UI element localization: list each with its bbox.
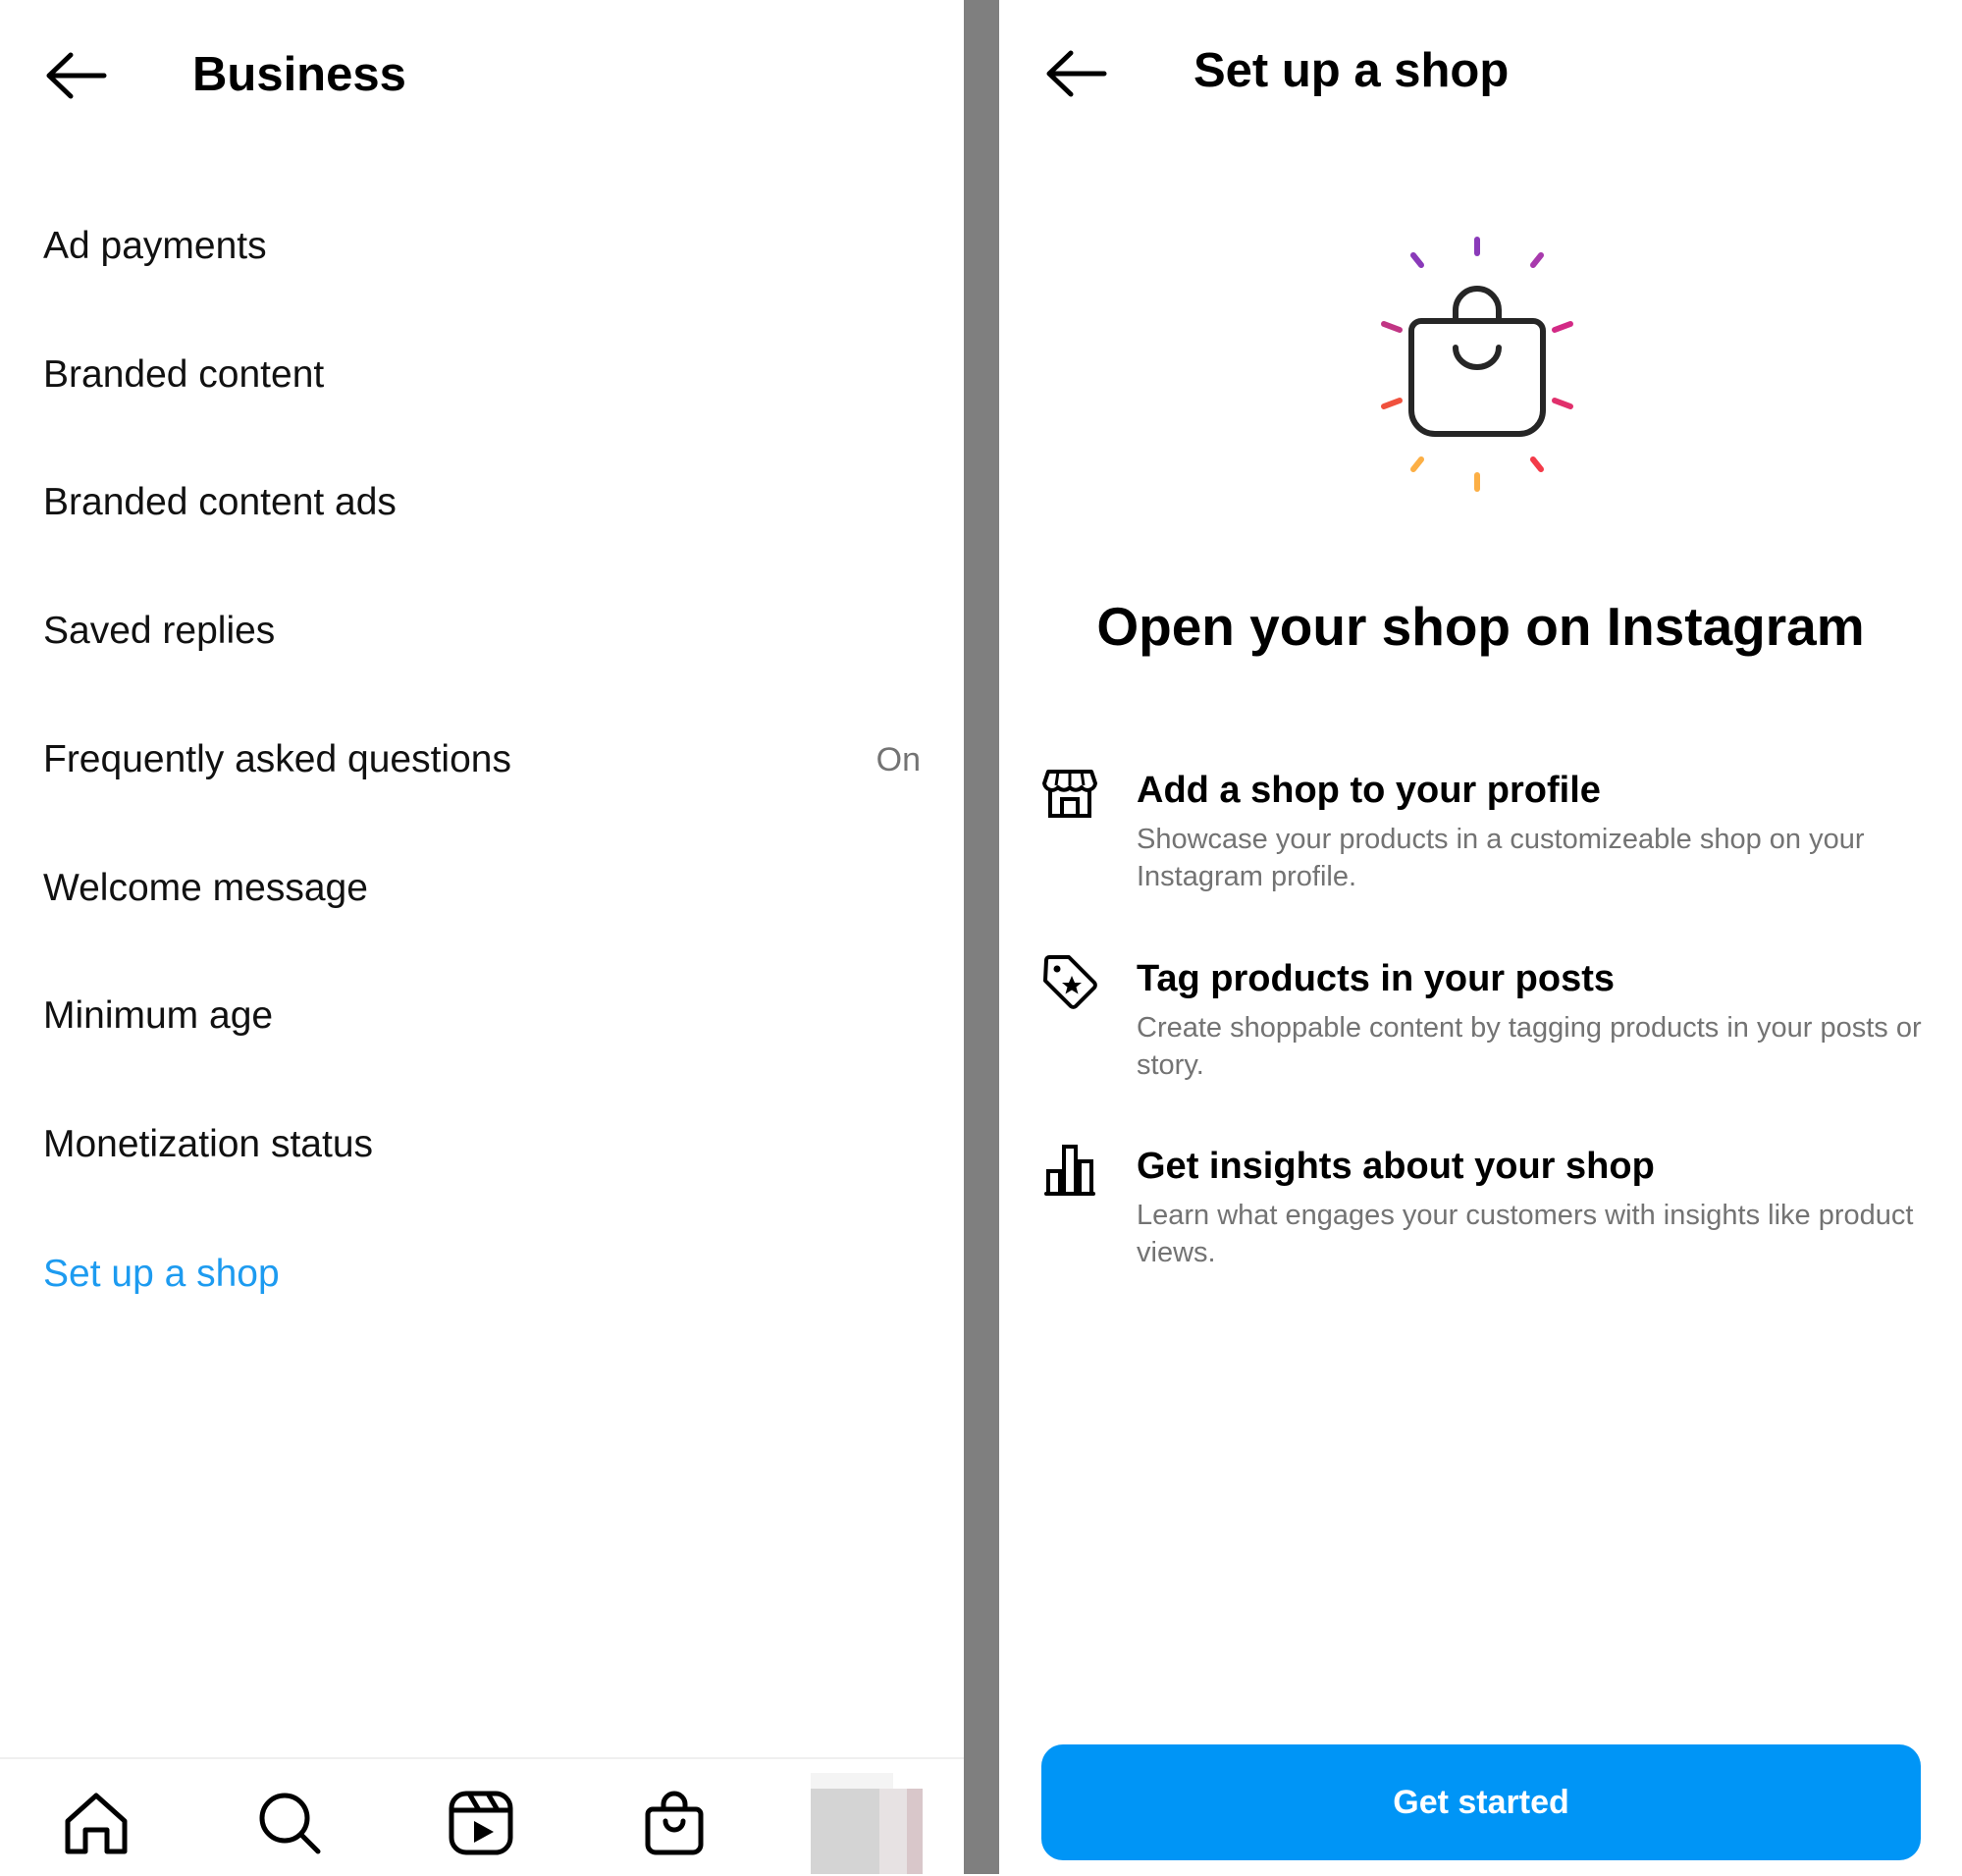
- menu-item-label: Ad payments: [43, 225, 267, 267]
- shop-heading: Open your shop on Instagram: [1096, 596, 1865, 657]
- feature-description: Learn what engages your customers with i…: [1137, 1200, 1914, 1268]
- get-started-button[interactable]: Get started: [1041, 1744, 1921, 1860]
- menu-item-branded-content[interactable]: Branded content: [43, 331, 925, 419]
- menu-item-label: Frequently asked questions: [43, 738, 511, 780]
- panel-divider: [964, 0, 999, 1874]
- search-icon[interactable]: [255, 1789, 324, 1857]
- product-tag-icon: [1043, 955, 1097, 1009]
- set-up-shop-panel: Set up a shop Open your shop on Instagra…: [999, 0, 1962, 1874]
- shopping-bag-sparkle-icon: [1381, 237, 1573, 492]
- business-settings-panel: Business Ad payments Branded content Bra…: [0, 0, 964, 1874]
- feature-title: Add a shop to your profile: [1137, 770, 1601, 811]
- menu-item-branded-content-ads[interactable]: Branded content ads: [43, 458, 925, 547]
- storefront-icon: [1042, 770, 1097, 818]
- menu-item-label: Saved replies: [43, 610, 276, 652]
- reels-icon[interactable]: [447, 1789, 515, 1857]
- back-arrow-icon[interactable]: [1043, 47, 1108, 100]
- feature-title: Get insights about your shop: [1137, 1146, 1655, 1187]
- feature-description: Showcase your products in a customizeabl…: [1137, 824, 1865, 892]
- set-up-shop-link: Set up a shop: [43, 1253, 280, 1295]
- shop-bag-icon[interactable]: [640, 1789, 709, 1857]
- profile-avatar[interactable]: [811, 1773, 923, 1874]
- menu-item-saved-replies[interactable]: Saved replies: [43, 587, 925, 675]
- menu-item-label: Branded content ads: [43, 481, 397, 523]
- feature-title: Tag products in your posts: [1137, 958, 1615, 999]
- page-title: Set up a shop: [1193, 44, 1510, 97]
- back-arrow-icon[interactable]: [43, 49, 108, 102]
- menu-item-ad-payments[interactable]: Ad payments: [43, 202, 925, 291]
- menu-item-label: Branded content: [43, 353, 325, 396]
- bar-chart-icon: [1044, 1145, 1095, 1196]
- menu-item-monetization-status[interactable]: Monetization status: [43, 1100, 925, 1189]
- menu-item-set-up-shop[interactable]: Set up a shop: [43, 1230, 925, 1318]
- menu-item-label: Monetization status: [43, 1123, 374, 1165]
- menu-item-minimum-age[interactable]: Minimum age: [43, 972, 925, 1060]
- home-icon[interactable]: [62, 1789, 131, 1857]
- page-title: Business: [192, 48, 406, 101]
- menu-item-welcome-message[interactable]: Welcome message: [43, 844, 925, 933]
- faq-status-value: On: [875, 740, 921, 778]
- menu-item-label: Welcome message: [43, 867, 368, 909]
- menu-item-faq[interactable]: Frequently asked questions On: [43, 716, 925, 804]
- feature-description: Create shoppable content by tagging prod…: [1137, 1012, 1922, 1081]
- menu-item-label: Minimum age: [43, 994, 274, 1037]
